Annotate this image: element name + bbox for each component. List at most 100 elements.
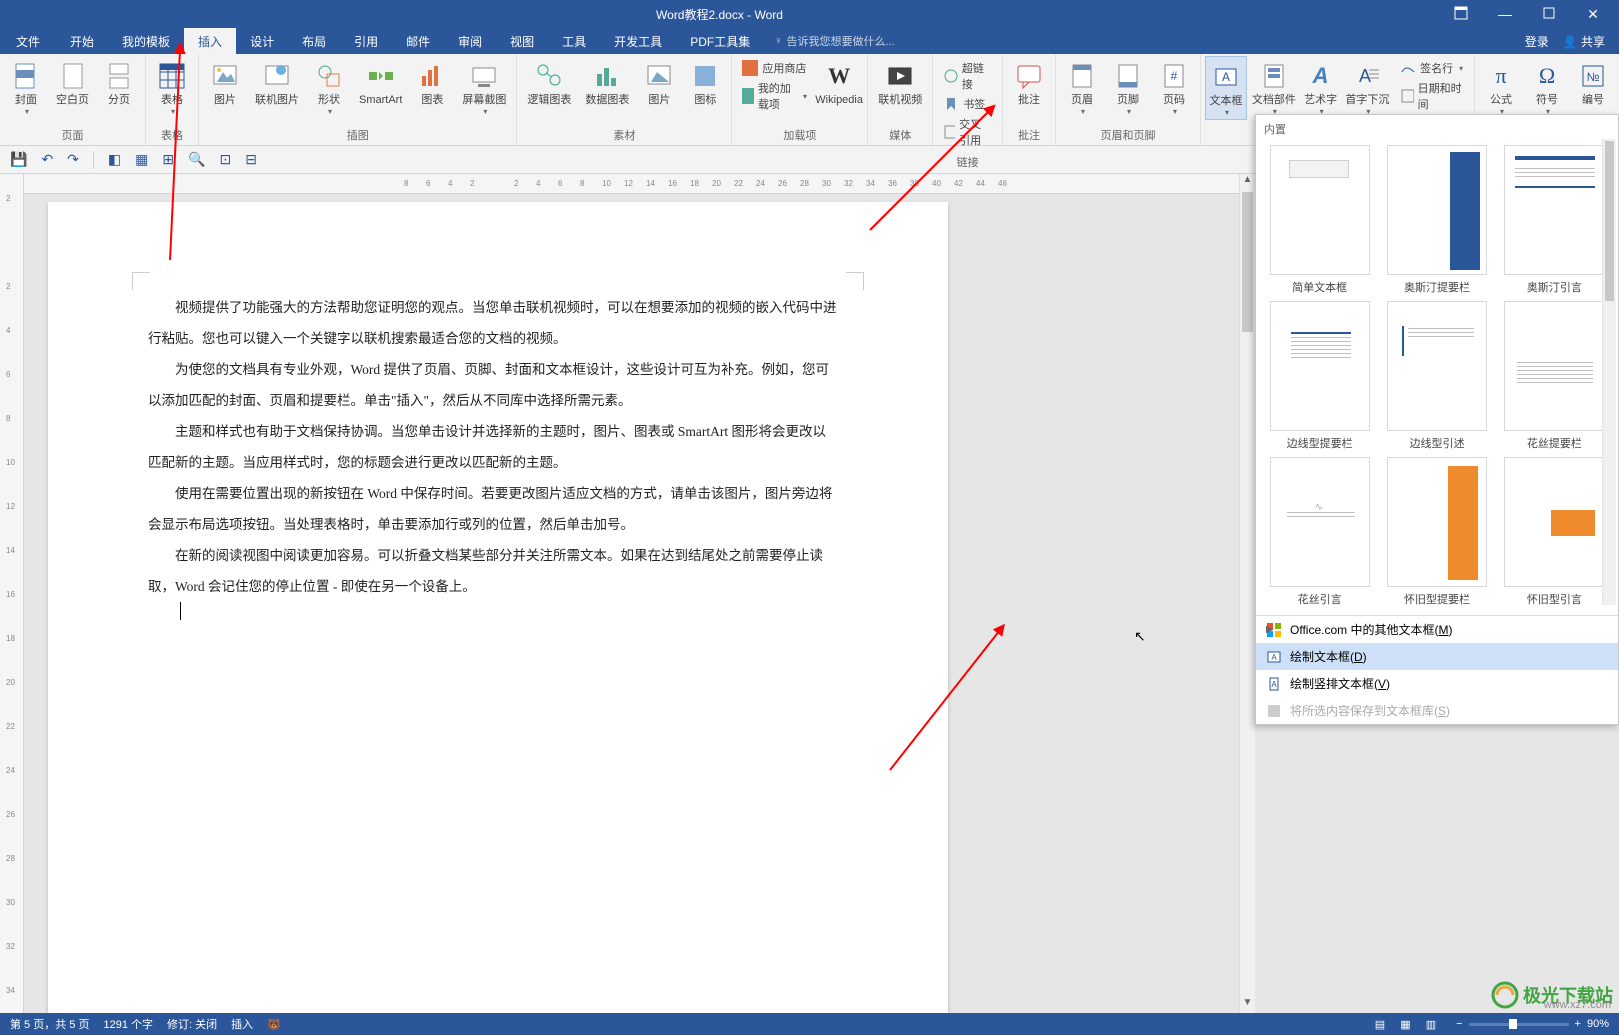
textbox-button[interactable]: A文本框▾ <box>1205 56 1247 120</box>
tab-home[interactable]: 开始 <box>56 28 108 54</box>
page-number-button[interactable]: #页码▾ <box>1152 56 1196 118</box>
quick-parts-button[interactable]: 文档部件▾ <box>1249 56 1298 118</box>
status-revision[interactable]: 修订: 关闭 <box>167 1016 217 1032</box>
redo-icon[interactable]: ↷ <box>67 151 79 168</box>
tell-me-search[interactable]: ♀ 告诉我您想要做什么... <box>774 28 894 54</box>
wikipedia-button[interactable]: WWikipedia <box>815 56 863 109</box>
status-insert[interactable]: 插入 <box>231 1016 253 1032</box>
view-print-icon[interactable]: ▦ <box>1394 1019 1416 1031</box>
tab-mytemplates[interactable]: 我的模板 <box>108 28 184 54</box>
picture-extra-button[interactable]: 图片 <box>637 56 681 109</box>
tab-design[interactable]: 设计 <box>236 28 288 54</box>
qat-icon[interactable]: 🔍 <box>188 151 205 168</box>
gallery-item-retro-quote[interactable]: 怀旧型引言 <box>1501 457 1608 607</box>
gallery-item-sideline-sidebar[interactable]: 边线型提要栏 <box>1266 301 1373 451</box>
data-chart-button[interactable]: 数据图表 <box>579 56 635 109</box>
horizontal-ruler[interactable]: 8642246810121416182022242628303234363840… <box>24 174 1255 194</box>
document-page[interactable]: 视频提供了功能强大的方法帮助您证明您的观点。当您单击联机视频时，可以在想要添加的… <box>48 202 948 1013</box>
wordart-button[interactable]: A艺术字▾ <box>1301 56 1341 118</box>
app-store-button[interactable]: 应用商店 <box>742 58 807 78</box>
status-wordcount[interactable]: 1291 个字 <box>103 1016 153 1032</box>
pictures-button[interactable]: 图片 <box>203 56 247 109</box>
cover-page-button[interactable]: 封面▾ <box>4 56 48 118</box>
tab-insert[interactable]: 插入 <box>184 28 236 54</box>
signature-line-button[interactable]: 签名行 ▾ <box>1400 58 1464 78</box>
paragraph[interactable]: 在新的阅读视图中阅读更加容易。可以折叠文档某些部分并关注所需文本。如果在达到结尾… <box>148 540 838 602</box>
symbol-button[interactable]: Ω符号▾ <box>1525 56 1569 118</box>
vertical-ruler[interactable]: 2246810121416182022242628303234 <box>0 174 24 1013</box>
gallery-item-simple-textbox[interactable]: 简单文本框 <box>1266 145 1373 295</box>
qat-icon[interactable]: ⊟ <box>245 151 257 168</box>
gallery-item-filigree-sidebar[interactable]: 花丝提要栏 <box>1501 301 1608 451</box>
icon-button[interactable]: 图标 <box>683 56 727 109</box>
zoom-in-icon[interactable]: + <box>1575 1018 1581 1030</box>
gallery-scrollbar[interactable] <box>1602 139 1616 605</box>
tab-layout[interactable]: 布局 <box>288 28 340 54</box>
undo-icon[interactable]: ↶ <box>41 151 53 168</box>
scroll-down-icon[interactable]: ▼ <box>1240 997 1255 1013</box>
scroll-up-icon[interactable]: ▲ <box>1240 174 1255 190</box>
paragraph[interactable]: 为使您的文档具有专业外观，Word 提供了页眉、页脚、封面和文本框设计，这些设计… <box>148 354 838 416</box>
date-time-button[interactable]: 日期和时间 <box>1400 78 1464 114</box>
tab-tools[interactable]: 工具 <box>548 28 600 54</box>
drop-cap-button[interactable]: A首字下沉▾ <box>1343 56 1392 118</box>
login-link[interactable]: 登录 <box>1525 33 1549 50</box>
zoom-control[interactable]: − + 90% <box>1456 1018 1609 1030</box>
view-web-icon[interactable]: ▥ <box>1420 1019 1442 1031</box>
tab-developer[interactable]: 开发工具 <box>600 28 676 54</box>
shapes-button[interactable]: 形状▾ <box>307 56 351 118</box>
gallery-item-retro-sidebar[interactable]: 怀旧型提要栏 <box>1383 457 1490 607</box>
tab-pdf[interactable]: PDF工具集 <box>676 28 764 54</box>
tab-view[interactable]: 视图 <box>496 28 548 54</box>
comment-button[interactable]: 批注 <box>1007 56 1051 109</box>
cross-reference-button[interactable]: 交叉引用 <box>943 114 992 150</box>
scroll-thumb[interactable] <box>1242 192 1253 332</box>
footer-button[interactable]: 页脚▾ <box>1106 56 1150 118</box>
qat-icon[interactable]: ◧ <box>108 151 121 168</box>
qat-icon[interactable]: ▦ <box>135 151 148 168</box>
equation-button[interactable]: π公式▾ <box>1479 56 1523 118</box>
menu-draw-vertical-textbox[interactable]: A 绘制竖排文本框(V) <box>1256 670 1618 697</box>
chart-button[interactable]: 图表 <box>410 56 454 109</box>
paragraph[interactable]: 使用在需要位置出现的新按钮在 Word 中保存时间。若要更改图片适应文档的方式，… <box>148 478 838 540</box>
gallery-item-sideline-quote[interactable]: 边线型引述 <box>1383 301 1490 451</box>
number-button[interactable]: №编号 <box>1571 56 1615 109</box>
menu-office-textboxes[interactable]: Office.com 中的其他文本框(M) ▶ <box>1256 616 1618 643</box>
gallery-item-austin-sidebar[interactable]: 奥斯汀提要栏 <box>1383 145 1490 295</box>
tab-mailings[interactable]: 邮件 <box>392 28 444 54</box>
online-video-button[interactable]: 联机视频 <box>872 56 928 109</box>
zoom-out-icon[interactable]: − <box>1456 1018 1462 1030</box>
status-lang-icon[interactable]: 🐻 <box>267 1018 281 1031</box>
tab-file[interactable]: 文件 <box>0 28 56 54</box>
paragraph[interactable]: 视频提供了功能强大的方法帮助您证明您的观点。当您单击联机视频时，可以在想要添加的… <box>148 292 838 354</box>
hyperlink-button[interactable]: 超链接 <box>943 58 992 94</box>
zoom-slider[interactable] <box>1469 1023 1569 1026</box>
screenshot-button[interactable]: 屏幕截图▾ <box>456 56 512 118</box>
logic-chart-button[interactable]: 逻辑图表 <box>521 56 577 109</box>
view-read-icon[interactable]: ▤ <box>1369 1019 1391 1031</box>
online-pictures-button[interactable]: 联机图片 <box>249 56 305 109</box>
close-button[interactable]: ✕ <box>1571 6 1615 23</box>
save-icon[interactable]: 💾 <box>10 151 27 168</box>
tab-review[interactable]: 审阅 <box>444 28 496 54</box>
blank-page-button[interactable]: 空白页 <box>50 56 95 109</box>
zoom-level[interactable]: 90% <box>1587 1018 1609 1030</box>
vertical-scrollbar[interactable]: ▲ ▼ <box>1239 174 1255 1013</box>
paragraph[interactable]: 主题和样式也有助于文档保持协调。当您单击设计并选择新的主题时，图片、图表或 Sm… <box>148 416 838 478</box>
qat-icon[interactable]: ⊞ <box>162 151 174 168</box>
table-button[interactable]: 表格▾ <box>150 56 194 118</box>
header-button[interactable]: 页眉▾ <box>1060 56 1104 118</box>
ribbon-display-options-icon[interactable] <box>1439 6 1483 23</box>
maximize-button[interactable] <box>1527 6 1571 23</box>
page-break-button[interactable]: 分页 <box>97 56 141 109</box>
bookmark-button[interactable]: 书签 <box>943 94 992 114</box>
gallery-item-austin-quote[interactable]: 奥斯汀引言 <box>1501 145 1608 295</box>
menu-draw-textbox[interactable]: A 绘制文本框(D) <box>1256 643 1618 670</box>
my-addins-button[interactable]: 我的加载项 ▾ <box>742 78 807 114</box>
status-page[interactable]: 第 5 页，共 5 页 <box>10 1016 89 1032</box>
share-button[interactable]: 👤 共享 <box>1563 33 1605 50</box>
tab-references[interactable]: 引用 <box>340 28 392 54</box>
gallery-item-filigree-quote[interactable]: ∿ 花丝引言 <box>1266 457 1373 607</box>
smartart-button[interactable]: SmartArt <box>353 56 408 109</box>
qat-icon[interactable]: ⊡ <box>220 151 232 168</box>
